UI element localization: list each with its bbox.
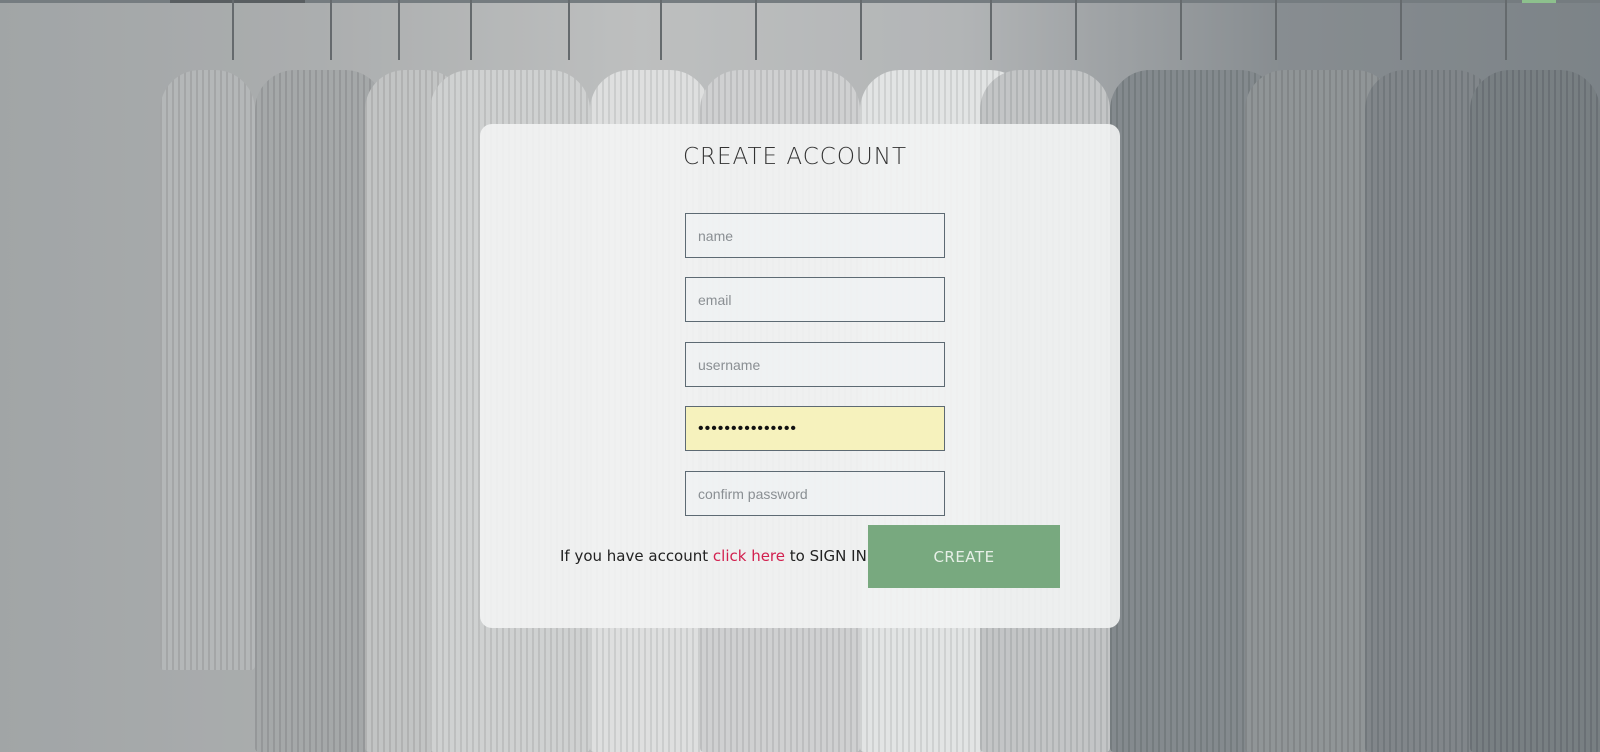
name-input[interactable]	[685, 213, 945, 258]
password-input[interactable]	[685, 406, 945, 451]
signin-link[interactable]: click here	[713, 547, 785, 565]
page: CREATE ACCOUNT If you have account click…	[0, 0, 1600, 752]
signin-prompt: If you have account click here to SIGN I…	[560, 547, 872, 565]
username-input[interactable]	[685, 342, 945, 387]
signin-suffix: to SIGN IN.	[785, 547, 872, 565]
create-button[interactable]: CREATE	[868, 525, 1060, 588]
confirm-password-input[interactable]	[685, 471, 945, 516]
signin-prefix: If you have account	[560, 547, 713, 565]
title-text: CREATE ACCOUNT	[682, 144, 908, 170]
create-account-card: CREATE ACCOUNT If you have account click…	[480, 124, 1120, 628]
email-input[interactable]	[685, 277, 945, 322]
page-title: CREATE ACCOUNT	[480, 144, 1120, 170]
